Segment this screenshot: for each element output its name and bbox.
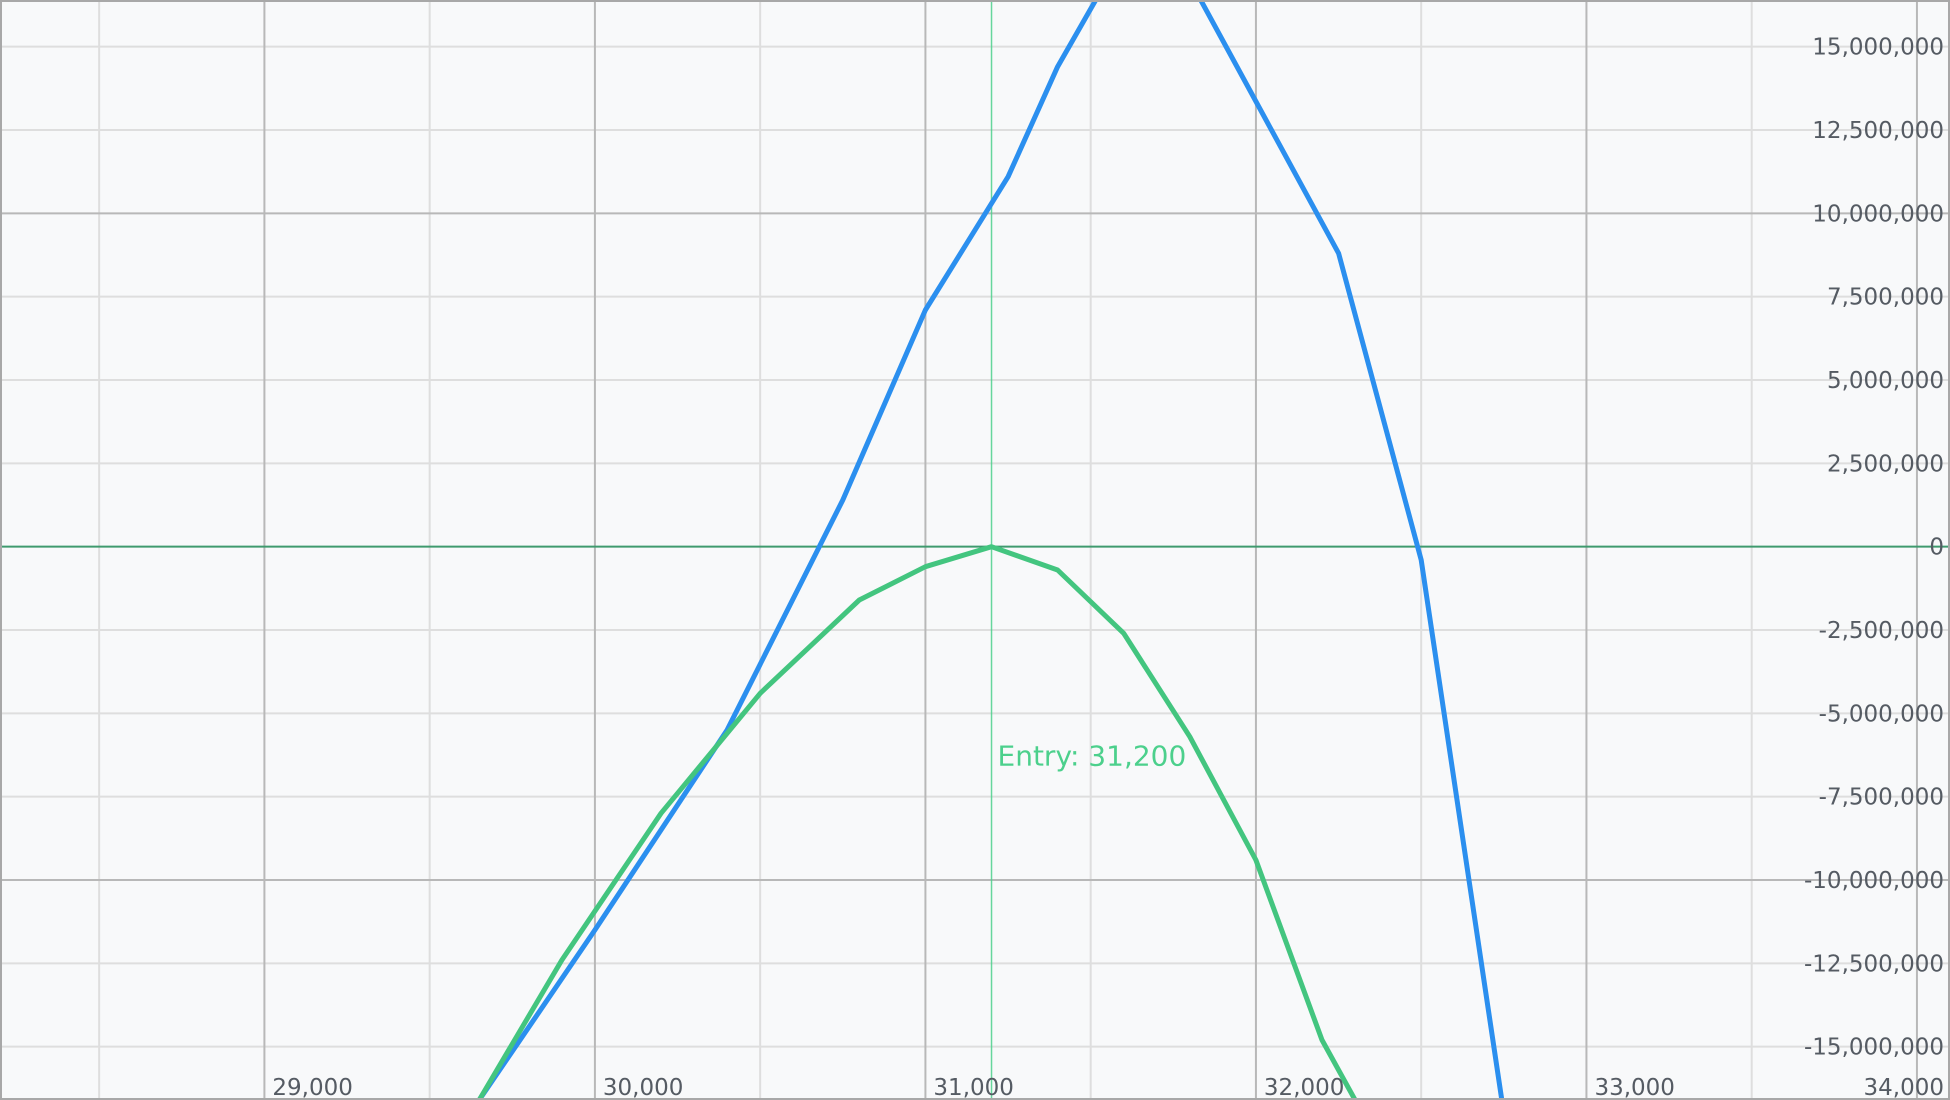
x-tick-label: 33,000 xyxy=(1594,1075,1674,1100)
entry-label: Entry: 31,200 xyxy=(998,740,1187,773)
y-tick-label: 2,500,000 xyxy=(1827,451,1944,477)
y-tick-label: 10,000,000 xyxy=(1812,201,1944,227)
y-tick-label: 5,000,000 xyxy=(1827,368,1944,394)
x-tick-label: 30,000 xyxy=(603,1075,683,1100)
y-tick-label: -2,500,000 xyxy=(1819,618,1944,644)
y-tick-label: -7,500,000 xyxy=(1819,785,1944,811)
payoff-chart: Entry: 31,200 15,000,000 12,500,000 10,000… xyxy=(0,0,1950,1100)
x-tick-label: 31,000 xyxy=(933,1075,1013,1100)
y-tick-label: -15,000,000 xyxy=(1804,1035,1944,1061)
x-tick-label: 32,000 xyxy=(1264,1075,1344,1100)
y-tick-label: 0 xyxy=(1929,535,1944,561)
x-tick-label: 29,000 xyxy=(272,1075,352,1100)
y-tick-label: 15,000,000 xyxy=(1812,35,1944,61)
y-tick-label: -10,000,000 xyxy=(1804,868,1944,894)
y-tick-label: -12,500,000 xyxy=(1804,951,1944,977)
y-tick-label: 7,500,000 xyxy=(1827,285,1944,311)
x-tick-label: 34,000 xyxy=(1864,1075,1944,1100)
chart-svg: Entry: 31,200 15,000,000 12,500,000 10,000… xyxy=(0,0,1950,1100)
y-tick-label: -5,000,000 xyxy=(1819,701,1944,727)
y-tick-label: 12,500,000 xyxy=(1812,118,1944,144)
